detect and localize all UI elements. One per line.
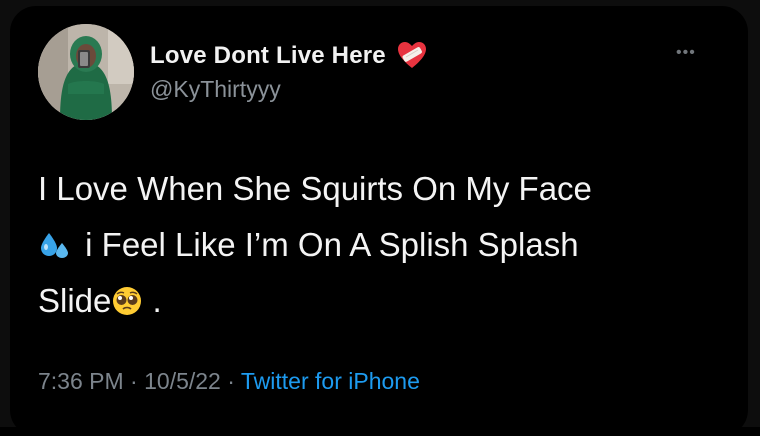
avatar-photo-icon xyxy=(38,24,134,120)
author-name-row[interactable]: Love Dont Live Here xyxy=(150,40,428,72)
tweet-card: Love Dont Live Here @KyThirtyyy ••• I Lo… xyxy=(10,6,748,436)
display-name[interactable]: Love Dont Live Here xyxy=(150,42,386,70)
meta-separator: · xyxy=(123,368,145,394)
tweet-line-1: I Love When She Squirts On My Face xyxy=(38,170,592,207)
tweet-meta: 7:36 PM · 10/5/22 · Twitter for iPhone xyxy=(38,368,420,395)
meta-separator: · xyxy=(220,368,241,394)
tweet-date[interactable]: 10/5/22 xyxy=(144,368,221,394)
tweet-line-2: i Feel Like I’m On A Splish Splash xyxy=(38,217,718,273)
pleading-face-emoji-icon xyxy=(111,278,143,315)
author-handle[interactable]: @KyThirtyyy xyxy=(150,76,281,103)
tweet-line-3-end: . xyxy=(143,282,162,319)
avatar[interactable] xyxy=(38,24,134,120)
tweet-text: I Love When She Squirts On My Face i Fee… xyxy=(38,161,718,329)
screenshot-frame: Love Dont Live Here @KyThirtyyy ••• I Lo… xyxy=(0,0,760,436)
tweet-line-3: Slide . xyxy=(38,273,718,329)
tweet-line-2-text: i Feel Like I’m On A Splish Splash xyxy=(85,226,579,263)
tweet-time[interactable]: 7:36 PM xyxy=(38,368,124,394)
more-options-icon[interactable]: ••• xyxy=(676,44,696,62)
mending-heart-emoji-icon xyxy=(396,40,428,72)
tweet-line-3-word: Slide xyxy=(38,282,112,319)
sweat-droplets-emoji-icon xyxy=(38,222,70,258)
tweet-source-link[interactable]: Twitter for iPhone xyxy=(241,368,420,394)
